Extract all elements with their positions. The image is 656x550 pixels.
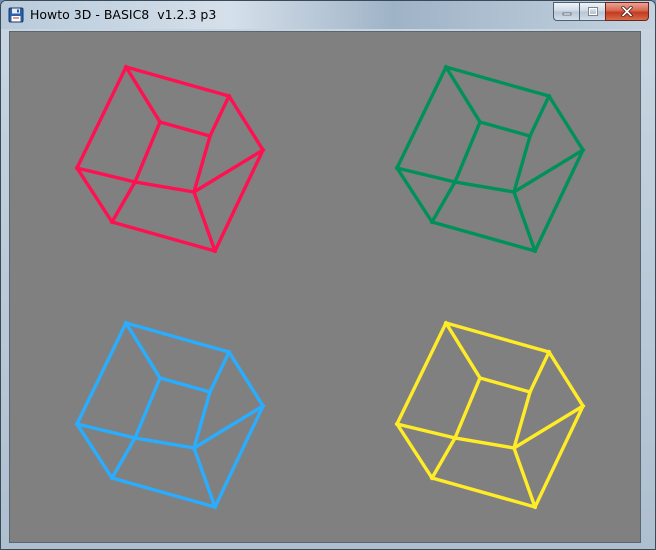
- cube-green-edge: [394, 64, 449, 171]
- cube-green-edge: [546, 93, 586, 153]
- cube-red-edge: [157, 119, 213, 139]
- cube-yellow-edge: [453, 436, 516, 450]
- minimize-button[interactable]: [553, 2, 579, 21]
- minimize-icon: [562, 12, 571, 15]
- cube-yellow-edge: [394, 320, 449, 427]
- cube-green-edge: [511, 189, 538, 254]
- cube-green-edge: [429, 219, 538, 254]
- cube-yellow-edge: [429, 475, 538, 510]
- caption-buttons: [553, 2, 649, 21]
- cube-red-edge: [133, 180, 196, 194]
- cube-green-edge: [453, 180, 516, 194]
- cube-red-edge: [74, 64, 129, 171]
- cube-red-edge: [207, 93, 232, 139]
- scene-svg: [74, 64, 586, 510]
- cube-yellow-edge: [429, 435, 458, 481]
- floppy-disk-icon: [8, 7, 24, 23]
- cube-blue-edge: [157, 375, 213, 395]
- cube-green: [394, 64, 586, 254]
- close-icon: [621, 6, 633, 17]
- cube-red-edge: [109, 219, 218, 254]
- cube-yellow-edge: [511, 445, 538, 510]
- cube-green-edge: [527, 93, 552, 139]
- cube-yellow: [394, 320, 586, 510]
- title-bar[interactable]: Howto 3D - BASIC8 v1.2.3 p3: [1, 1, 655, 29]
- render-canvas[interactable]: [9, 31, 641, 543]
- cube-blue-edge: [132, 375, 163, 441]
- cube-yellow-edge: [527, 349, 552, 395]
- cube-blue-edge: [109, 475, 218, 510]
- cube-blue-edge: [109, 435, 138, 481]
- cube-green-edge: [452, 119, 483, 185]
- cube-red: [74, 64, 266, 254]
- cube-yellow-edge: [452, 375, 483, 441]
- cube-red-edge: [132, 119, 163, 185]
- cube-blue-edge: [207, 349, 232, 395]
- app-window: Howto 3D - BASIC8 v1.2.3 p3: [0, 0, 656, 550]
- cube-red-edge: [226, 93, 266, 153]
- cube-red-edge: [109, 179, 138, 225]
- cube-green-edge: [429, 179, 458, 225]
- cube-red-edge: [191, 189, 218, 254]
- close-button[interactable]: [605, 2, 649, 21]
- cube-yellow-edge: [477, 375, 533, 395]
- cube-blue: [74, 320, 266, 510]
- cube-blue-edge: [226, 349, 266, 409]
- window-title: Howto 3D - BASIC8 v1.2.3 p3: [30, 7, 217, 22]
- cube-blue-edge: [74, 320, 129, 427]
- cube-blue-edge: [133, 436, 196, 450]
- cube-blue-edge: [191, 445, 218, 510]
- maximize-button[interactable]: [579, 2, 605, 21]
- maximize-icon: [587, 7, 598, 16]
- cube-yellow-edge: [546, 349, 586, 409]
- cube-green-edge: [477, 119, 533, 139]
